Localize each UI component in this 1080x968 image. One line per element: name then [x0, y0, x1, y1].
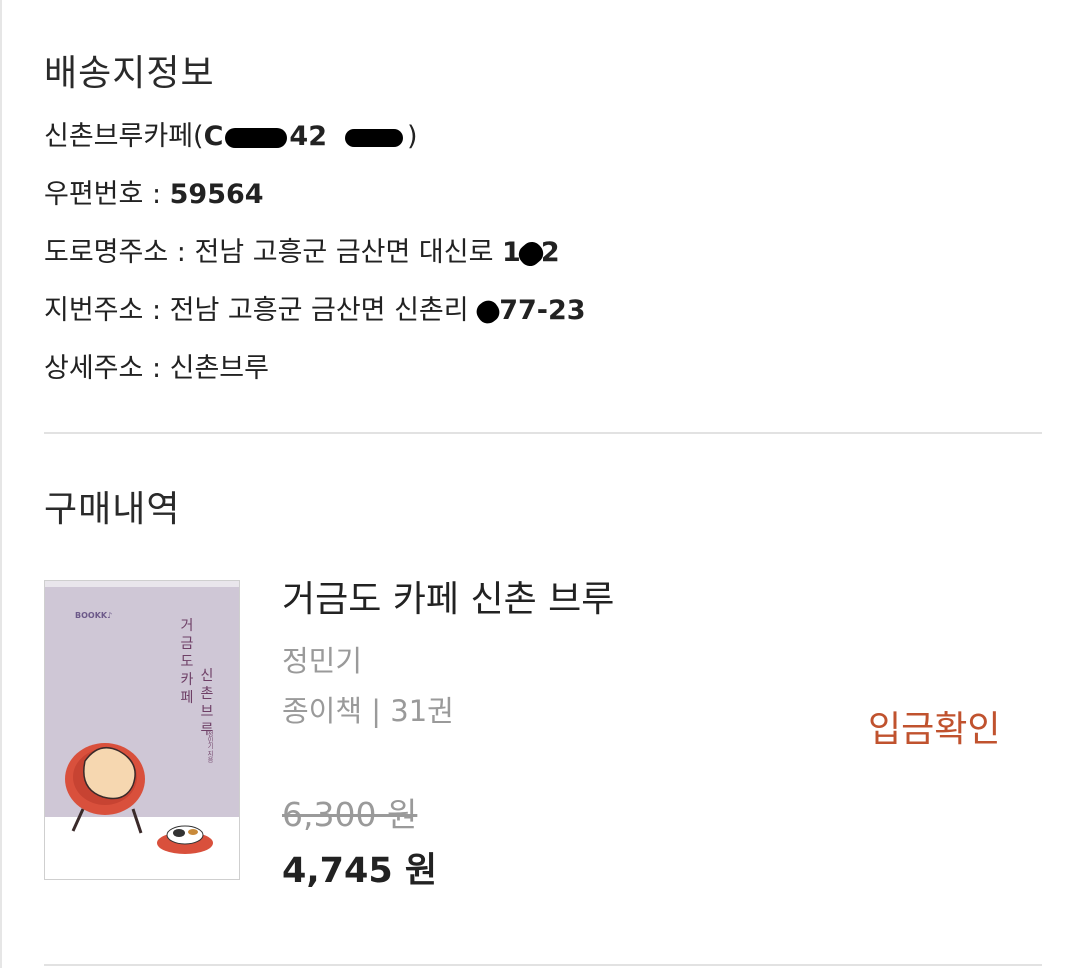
payment-status-badge: 입금확인: [868, 709, 1001, 750]
lot-address-line: 지번주소 : 전남 고흥군 금산면 신촌리 77-23: [44, 288, 586, 327]
shipping-section-title: 배송지정보: [44, 53, 215, 94]
phone-part-a: C: [203, 121, 224, 152]
purchase-section-title: 구매내역: [44, 489, 181, 530]
postal-code-line: 우편번호 : 59564: [44, 172, 264, 211]
recipient-name-phone: 신촌브루카페(C 42): [44, 114, 418, 153]
chair-and-cat-illustration: [65, 743, 213, 854]
detail-address-line: 상세주소 : 신촌브루: [44, 353, 269, 384]
phone-redaction-1: [225, 127, 288, 148]
order-detail-page: 배송지정보 신촌브루카페(C 42) 우편번호 : 59564 도로명주소 : 전…: [0, 0, 1080, 968]
final-price: 4,745 원: [282, 851, 438, 891]
product-title[interactable]: 거금도 카페 신촌 브루: [282, 570, 614, 622]
lot-address-label: 지번주소 : 전남 고흥군 금산면 신촌리: [44, 295, 478, 326]
phone-close-paren: ): [406, 121, 418, 152]
road-address-line: 도로명주소 : 전남 고흥군 금산면 대신로 12: [44, 230, 560, 270]
recipient-name: 신촌브루카페(: [44, 121, 204, 152]
road-address-label: 도로명주소 : 전남 고흥군 금산면 대신로: [44, 237, 503, 268]
lot-number: 77-23: [499, 295, 586, 326]
product-format-quantity: 종이책 | 31권: [282, 694, 454, 728]
postal-label: 우편번호 :: [44, 179, 170, 210]
bottom-divider: [44, 964, 1042, 966]
phone-redaction-2: [344, 128, 403, 147]
product-author: 정민기: [282, 644, 363, 678]
postal-value: 59564: [169, 179, 264, 210]
phone-part-b: 42: [289, 121, 327, 152]
section-divider: [44, 432, 1042, 434]
book-cover-image[interactable]: BOOKK♪ 거금도 카페 신촌 브루 정민기 지음: [44, 580, 240, 880]
original-price: 6,300 원: [282, 795, 418, 834]
